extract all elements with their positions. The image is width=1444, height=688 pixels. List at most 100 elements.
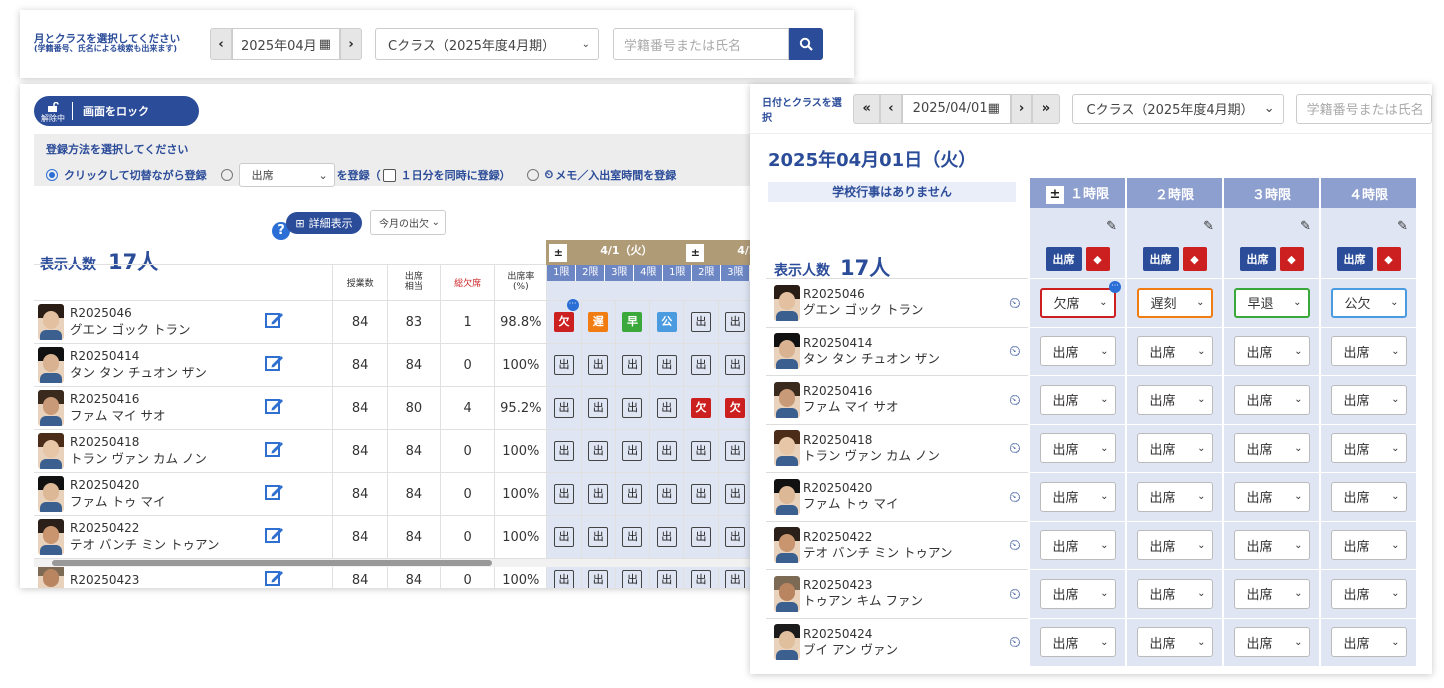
attendance-toggle[interactable]: 欠 <box>691 398 712 418</box>
attendance-toggle[interactable]: 出 <box>725 484 746 504</box>
attendance-toggle[interactable]: 欠 <box>725 398 746 418</box>
eraser-button[interactable]: ◆ <box>1279 247 1304 272</box>
attendance-toggle[interactable]: 出 <box>691 484 712 504</box>
right-class-select[interactable]: Cクラス（2025年度4月期） ⌄ <box>1071 93 1284 124</box>
attendance-select[interactable]: 出席 ⌄ <box>1233 627 1310 658</box>
attendance-toggle[interactable]: 早 <box>622 312 643 332</box>
attendance-select[interactable]: 出席 ⌄ <box>1233 336 1310 367</box>
attendance-toggle[interactable]: 出 <box>588 441 609 461</box>
attendance-toggle[interactable]: 出 <box>656 570 677 588</box>
detail-view-button[interactable]: ⊞ 詳細表示 <box>286 212 362 234</box>
radio-select[interactable] <box>220 169 233 181</box>
attendance-toggle[interactable]: 遅 <box>588 312 609 332</box>
attendance-toggle[interactable]: 出 <box>725 355 746 375</box>
radio-click[interactable] <box>46 169 58 181</box>
attendance-select[interactable]: 出席 ⌄ <box>1039 336 1116 367</box>
attendance-toggle[interactable]: 出 <box>553 398 574 418</box>
memo-clock-icon[interactable]: ⏲ <box>1009 342 1021 360</box>
attendance-select[interactable]: 公欠 ⌄ <box>1330 287 1407 318</box>
attendance-select[interactable]: 出席 ⌄ <box>1330 578 1407 609</box>
edit-icon[interactable] <box>264 525 284 545</box>
attendance-select[interactable]: 出席 ⌄ <box>1136 530 1213 561</box>
attendance-toggle[interactable]: 出 <box>588 570 609 588</box>
day-checkbox[interactable] <box>382 168 396 182</box>
attendance-select[interactable]: 出席 ⌄ <box>1330 530 1407 561</box>
attendance-toggle[interactable]: 出 <box>622 484 643 504</box>
attendance-select[interactable]: 出席 ⌄ <box>1039 627 1116 658</box>
eraser-button[interactable]: ◆ <box>1085 247 1110 272</box>
prev-day-button[interactable]: ‹ <box>880 93 902 124</box>
attendance-toggle[interactable]: 出 <box>588 398 609 418</box>
attendance-toggle[interactable]: 出 <box>588 527 609 547</box>
bulk-attend-button[interactable]: 出席 <box>1336 246 1373 271</box>
edit-icon[interactable] <box>264 310 284 330</box>
bulk-attend-button[interactable]: 出席 <box>1239 246 1276 271</box>
attendance-toggle[interactable]: 出 <box>725 312 746 332</box>
right-search-input[interactable]: 学籍番号または氏名 <box>1295 93 1432 124</box>
attendance-toggle[interactable]: 出 <box>553 570 574 588</box>
memo-clock-icon[interactable]: ⏲ <box>1009 585 1021 603</box>
attendance-toggle[interactable]: 出 <box>691 570 712 588</box>
attendance-toggle[interactable]: 出 <box>656 398 677 418</box>
status-select[interactable]: 出席 ⌄ <box>238 163 335 187</box>
edit-icon[interactable] <box>264 568 284 588</box>
attendance-select[interactable]: 出席 ⌄ <box>1233 481 1310 512</box>
bulk-attend-button[interactable]: 出席 <box>1142 246 1179 271</box>
attendance-select[interactable]: 欠席 ⌄ <box>1039 287 1116 318</box>
attendance-select[interactable]: 出席 ⌄ <box>1330 336 1407 367</box>
attendance-toggle[interactable]: 出 <box>553 355 574 375</box>
attendance-select[interactable]: 出席 ⌄ <box>1039 481 1116 512</box>
attendance-select[interactable]: 出席 ⌄ <box>1039 433 1116 464</box>
edit-icon[interactable]: ✎ <box>1397 219 1408 234</box>
attendance-toggle[interactable]: 出 <box>691 312 712 332</box>
lock-screen-button[interactable]: 解除中 画面をロック <box>34 96 199 126</box>
attendance-toggle[interactable]: 出 <box>656 527 677 547</box>
memo-clock-icon[interactable]: ⏲ <box>1009 633 1021 651</box>
attendance-toggle[interactable]: 欠 <box>553 312 574 332</box>
attendance-toggle[interactable]: 出 <box>622 527 643 547</box>
attendance-toggle[interactable]: 出 <box>725 527 746 547</box>
attendance-select[interactable]: 出席 ⌄ <box>1039 578 1116 609</box>
attendance-toggle[interactable]: 出 <box>622 441 643 461</box>
attendance-select[interactable]: 遅刻 ⌄ <box>1136 287 1213 318</box>
attendance-select[interactable]: 出席 ⌄ <box>1136 336 1213 367</box>
attendance-toggle[interactable]: 出 <box>691 441 712 461</box>
attendance-select[interactable]: 出席 ⌄ <box>1330 433 1407 464</box>
edit-icon[interactable]: ✎ <box>1300 219 1311 234</box>
next-week-button[interactable]: » <box>1032 93 1060 124</box>
prev-week-button[interactable]: « <box>853 93 881 124</box>
attendance-select[interactable]: 出席 ⌄ <box>1233 578 1310 609</box>
attendance-select[interactable]: 出席 ⌄ <box>1233 530 1310 561</box>
attendance-select[interactable]: 出席 ⌄ <box>1136 384 1213 415</box>
eraser-button[interactable]: ◆ <box>1376 247 1401 272</box>
attendance-select[interactable]: 出席 ⌄ <box>1330 384 1407 415</box>
class-select[interactable]: Cクラス（2025年度4月期） ⌄ <box>375 28 599 60</box>
edit-icon[interactable] <box>264 396 284 416</box>
attendance-toggle[interactable]: 出 <box>656 484 677 504</box>
attendance-select[interactable]: 出席 ⌄ <box>1136 481 1213 512</box>
attendance-toggle[interactable]: 出 <box>553 527 574 547</box>
attendance-toggle[interactable]: 出 <box>656 355 677 375</box>
attendance-toggle[interactable]: 出 <box>656 441 677 461</box>
attendance-toggle[interactable]: 出 <box>622 355 643 375</box>
search-input[interactable]: 学籍番号または氏名 <box>613 28 789 60</box>
horizontal-scrollbar[interactable] <box>34 559 854 567</box>
memo-clock-icon[interactable]: ⏲ <box>1009 294 1021 312</box>
memo-clock-icon[interactable]: ⏲ <box>1009 391 1021 409</box>
date-input[interactable]: 2025/04/01 ▦ <box>901 93 1011 124</box>
memo-clock-icon[interactable]: ⏲ <box>1009 536 1021 554</box>
attendance-toggle[interactable]: 公 <box>656 312 677 332</box>
scrollbar-thumb[interactable] <box>52 560 492 566</box>
attendance-select[interactable]: 出席 ⌄ <box>1136 578 1213 609</box>
attendance-select[interactable]: 出席 ⌄ <box>1330 481 1407 512</box>
memo-dots-icon[interactable]: ··· <box>566 299 579 311</box>
attendance-select[interactable]: 出席 ⌄ <box>1233 433 1310 464</box>
memo-clock-icon[interactable]: ⏲ <box>1009 439 1021 457</box>
edit-icon[interactable] <box>264 353 284 373</box>
attendance-select[interactable]: 出席 ⌄ <box>1330 627 1407 658</box>
edit-icon[interactable] <box>264 439 284 459</box>
prev-month-button[interactable]: ‹ <box>210 28 232 60</box>
attendance-toggle[interactable]: 出 <box>588 484 609 504</box>
attendance-select[interactable]: 早退 ⌄ <box>1233 287 1310 318</box>
attendance-select[interactable]: 出席 ⌄ <box>1039 384 1116 415</box>
